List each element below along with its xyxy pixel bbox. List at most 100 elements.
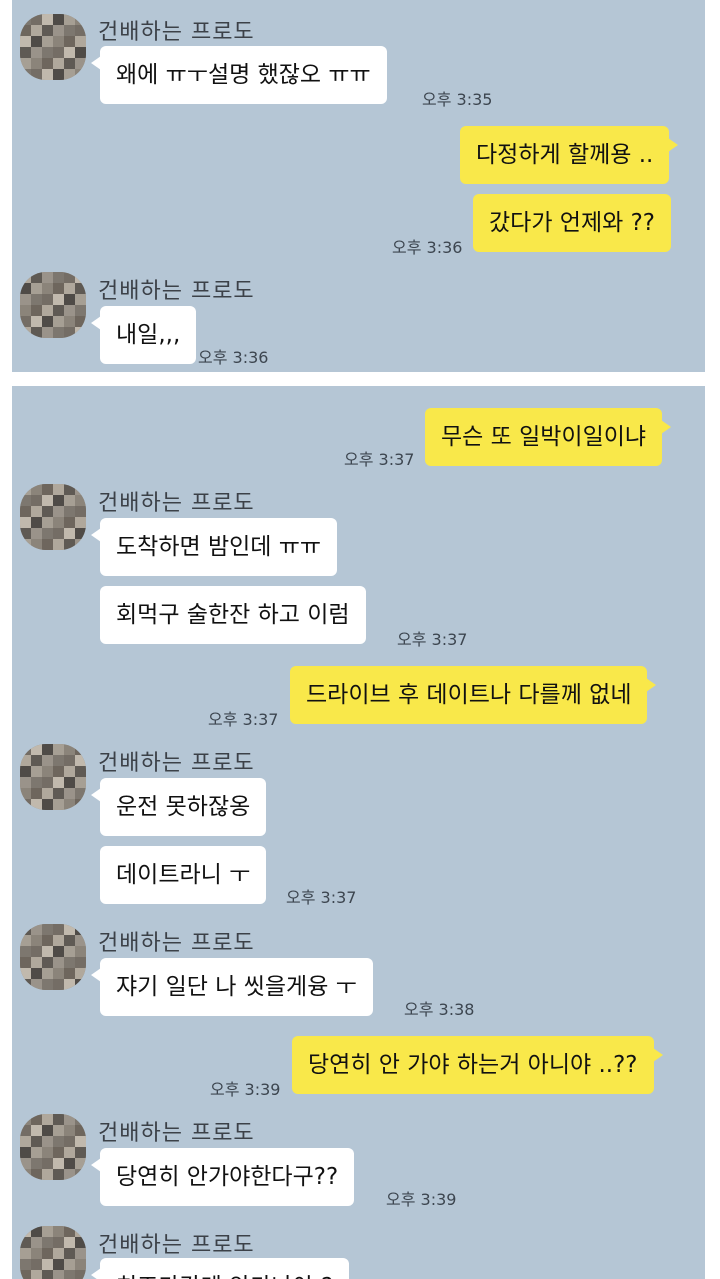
avatar-pixel	[64, 924, 75, 935]
avatar-pixel	[42, 946, 53, 957]
avatar-pixel	[53, 946, 64, 957]
avatar-pixel	[42, 777, 53, 788]
avatar-pixel	[53, 755, 64, 766]
message-bubble[interactable]: 데이트라니 ㅜ	[100, 846, 267, 904]
my-message-bubble[interactable]: 갔다가 언제와 ??	[473, 194, 671, 252]
avatar-pixel	[53, 1125, 64, 1136]
message-bubble[interactable]: 치즈가간데 안가나야 ?	[90, 1258, 350, 1279]
avatar-pixel	[75, 47, 86, 58]
avatar-pixel	[31, 968, 42, 979]
avatar-pixel	[53, 1270, 64, 1279]
avatar-pixel	[20, 539, 31, 550]
timestamp: 오후 3:38	[404, 1000, 475, 1019]
avatar-pixel	[20, 316, 31, 327]
avatar-pixel	[20, 327, 31, 338]
avatar-pixel	[64, 777, 75, 788]
avatar-pixel	[20, 506, 31, 517]
avatar-pixel	[20, 979, 31, 990]
avatar-pixel	[20, 517, 31, 528]
avatar-pixel	[20, 1158, 31, 1169]
avatar-pixel	[42, 272, 53, 283]
my-message-bubble[interactable]: 당연히 안 가야 하는거 아니야 ..??	[292, 1036, 663, 1094]
avatar-pixel	[31, 946, 42, 957]
message-bubble[interactable]: 도착하면 밤인데 ㅠㅠ	[90, 518, 338, 576]
sender-name: 건배하는 프로도	[98, 279, 255, 304]
avatar-pixel	[31, 1226, 42, 1237]
message-bubble[interactable]: 회먹구 술한잔 하고 이럼	[100, 586, 366, 644]
avatar-pixel	[42, 327, 53, 338]
avatar-pixel	[42, 528, 53, 539]
avatar-pixel	[42, 47, 53, 58]
message-bubble[interactable]: 내일,,,	[90, 306, 197, 364]
avatar-pixel	[75, 305, 86, 316]
avatar-pixel	[64, 58, 75, 69]
avatar[interactable]	[20, 14, 86, 80]
message-bubble[interactable]: 왜에 ㅠㅜ설명 했잖오 ㅠㅠ	[91, 46, 387, 104]
avatar-pixel	[20, 1237, 31, 1248]
avatar-pixel	[31, 924, 42, 935]
avatar-pixel	[31, 14, 42, 25]
avatar-pixel	[64, 495, 75, 506]
message-bubble[interactable]: 쟈기 일단 나 씻을게융 ㅜ	[91, 958, 373, 1016]
my-message-bubble[interactable]: 무슨 또 일박이일이냐	[425, 408, 672, 466]
avatar-pixel	[42, 979, 53, 990]
avatar-pixel	[64, 283, 75, 294]
avatar[interactable]	[20, 484, 86, 550]
avatar-pixel	[75, 58, 86, 69]
avatar-pixel	[64, 935, 75, 946]
avatar-pixel	[53, 979, 64, 990]
avatar-pixel	[20, 1147, 31, 1158]
avatar-pixel	[20, 1114, 31, 1125]
avatar-pixel	[20, 777, 31, 788]
avatar-pixel	[31, 283, 42, 294]
avatar-pixel	[31, 495, 42, 506]
avatar-pixel	[53, 1169, 64, 1180]
avatar-pixel	[75, 777, 86, 788]
avatar-pixel	[75, 1270, 86, 1279]
sender-name: 건배하는 프로도	[98, 751, 255, 776]
avatar-pixel	[31, 1147, 42, 1158]
message-bubble[interactable]: 운전 못하잖옹	[90, 778, 267, 836]
avatar-pixel	[53, 1147, 64, 1158]
avatar-pixel	[42, 484, 53, 495]
avatar-pixel	[53, 58, 64, 69]
avatar-pixel	[20, 484, 31, 495]
avatar-pixel	[20, 1248, 31, 1259]
avatar-pixel	[53, 539, 64, 550]
avatar-pixel	[53, 799, 64, 810]
avatar[interactable]	[20, 744, 86, 810]
message-bubble[interactable]: 당연히 안가야한다구??	[90, 1148, 355, 1206]
avatar-pixel	[42, 1248, 53, 1259]
avatar[interactable]	[20, 1114, 86, 1180]
my-message-bubble[interactable]: 드라이브 후 데이트나 다를께 없네	[290, 666, 657, 724]
avatar-pixel	[20, 924, 31, 935]
sender-name: 건배하는 프로도	[98, 1233, 255, 1258]
avatar-pixel	[42, 1226, 53, 1237]
avatar-pixel	[31, 1270, 42, 1279]
avatar-pixel	[31, 788, 42, 799]
avatar-pixel	[31, 1158, 42, 1169]
avatar-pixel	[64, 25, 75, 36]
avatar-pixel	[53, 1237, 64, 1248]
avatar-pixel	[20, 47, 31, 58]
avatar-pixel	[64, 744, 75, 755]
avatar-pixel	[42, 799, 53, 810]
avatar-pixel	[53, 1248, 64, 1259]
avatar[interactable]	[20, 924, 86, 990]
avatar-pixel	[42, 924, 53, 935]
avatar[interactable]	[20, 272, 86, 338]
avatar-pixel	[75, 36, 86, 47]
avatar-pixel	[75, 1125, 86, 1136]
avatar-pixel	[75, 484, 86, 495]
avatar-pixel	[53, 935, 64, 946]
avatar-pixel	[75, 755, 86, 766]
my-message-bubble[interactable]: 다정하게 할께용 ..	[460, 126, 679, 184]
avatar-pixel	[20, 1169, 31, 1180]
avatar-pixel	[31, 484, 42, 495]
avatar-pixel	[75, 495, 86, 506]
avatar-pixel	[75, 506, 86, 517]
timestamp: 오후 3:39	[386, 1190, 457, 1209]
avatar-pixel	[64, 1270, 75, 1279]
avatar[interactable]	[20, 1226, 86, 1279]
avatar-pixel	[64, 1248, 75, 1259]
